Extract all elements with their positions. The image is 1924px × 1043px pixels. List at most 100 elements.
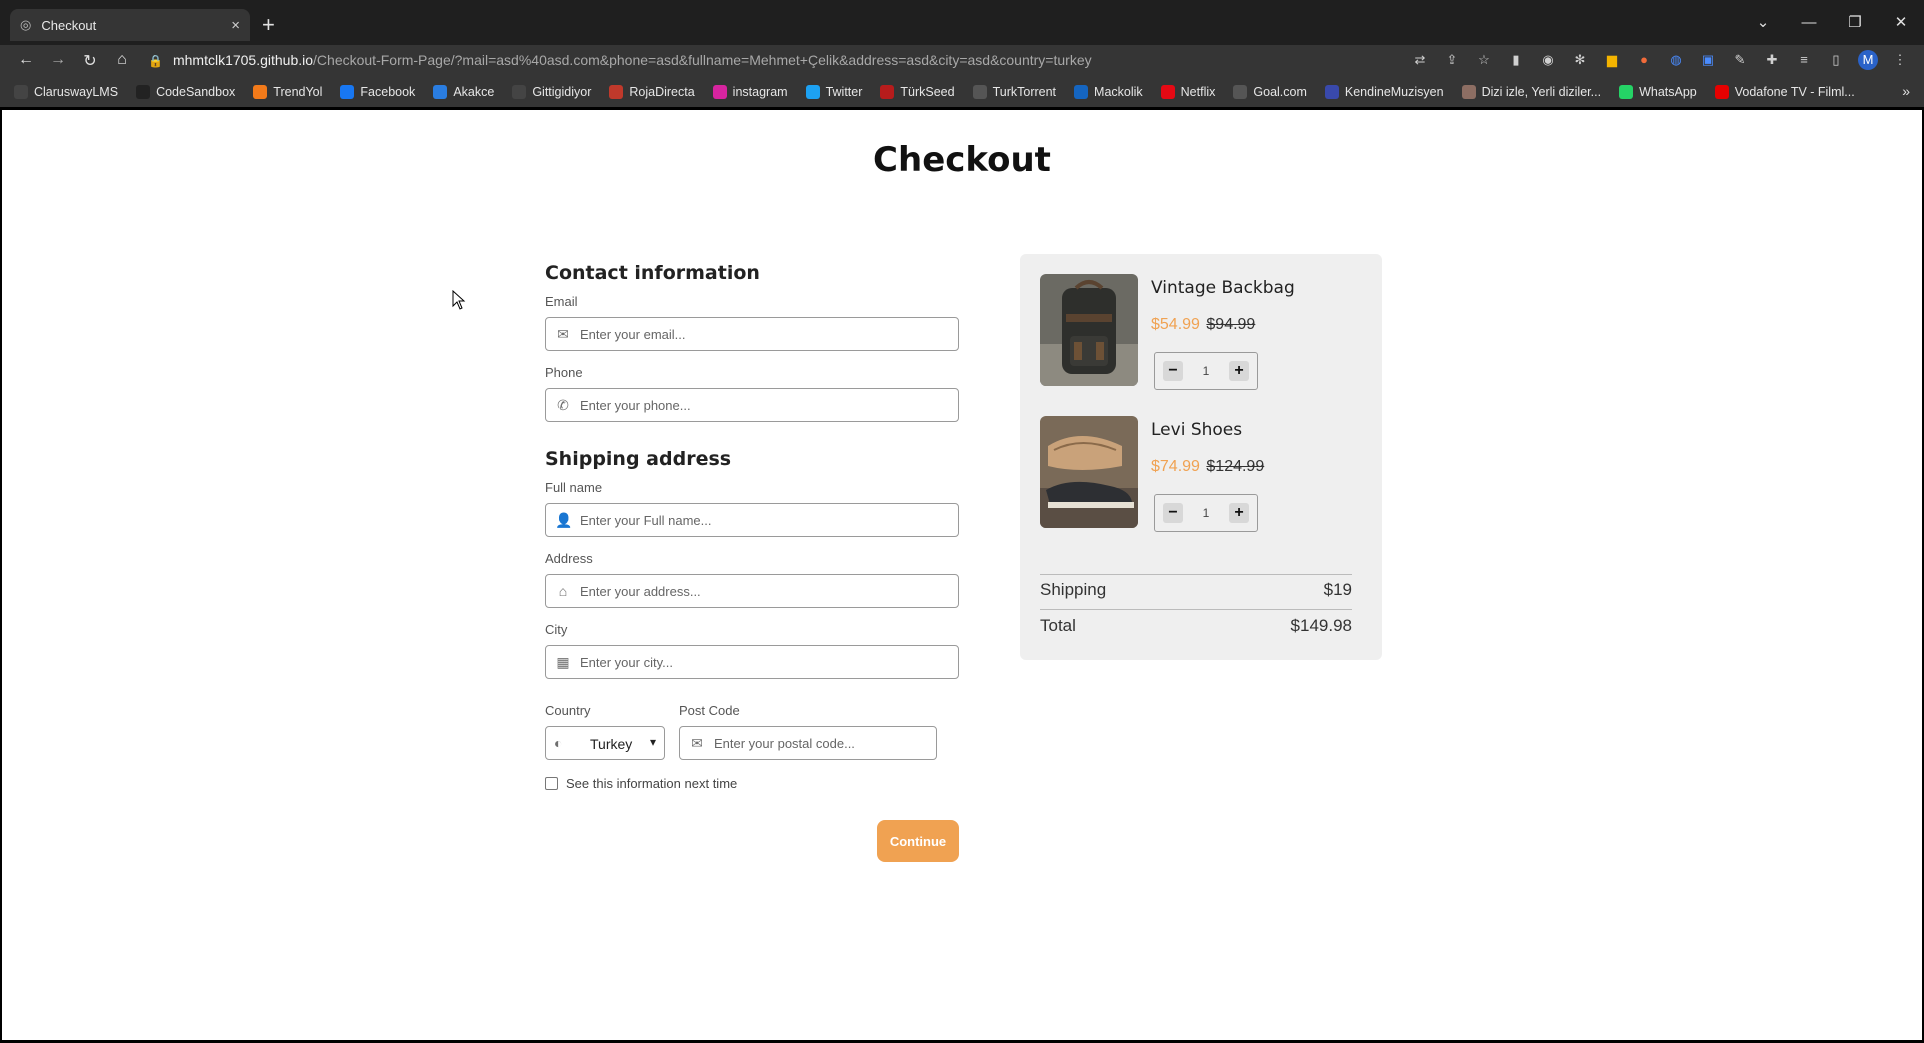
address-bar[interactable]: 🔒 mhmtclk1705.github.io/Checkout-Form-Pa… (148, 48, 1398, 74)
back-icon[interactable]: ← (10, 51, 42, 71)
translate-icon[interactable]: ⇄ (1410, 50, 1430, 70)
decrement-button[interactable]: − (1163, 361, 1183, 381)
sidepanel-icon[interactable]: ▯ (1826, 50, 1846, 70)
bookmark-akakce[interactable]: Akakce (433, 85, 494, 99)
bookmark-netflix[interactable]: Netflix (1160, 85, 1215, 99)
postcode-field[interactable] (714, 727, 924, 759)
puzzle-icon[interactable]: ✚ (1762, 50, 1782, 70)
bookmark-codesandbox[interactable]: CodeSandbox (136, 85, 235, 99)
continue-button[interactable]: Continue (877, 820, 959, 862)
cart-summary: Vintage Backbag $54.99 $94.99 − 1 + Levi… (1020, 254, 1382, 660)
lock-icon[interactable]: 🔒 (148, 54, 163, 68)
remember-row: See this information next time (545, 776, 965, 791)
extension-icon[interactable]: ▣ (1698, 50, 1718, 70)
bookmark-label: TurkTorrent (992, 85, 1057, 99)
extension-icon[interactable]: ▮ (1506, 50, 1526, 70)
bookmarks-overflow-icon[interactable]: » (1902, 83, 1910, 99)
bookmark-trendyol[interactable]: TrendYol (253, 85, 322, 99)
extensions-area: ⇄ ⇪ ☆ ▮ ◉ ✻ ▆ ● ◍ ▣ ✎ ✚ ≡ ▯ M ⋮ (1410, 50, 1910, 70)
bookmark-goal[interactable]: Goal.com (1233, 85, 1307, 99)
user-icon: 👤 (555, 512, 573, 528)
restore-button[interactable]: ❐ (1832, 10, 1878, 36)
gittigidiyor-icon (512, 85, 527, 99)
bookmark-kendinemuzisyen[interactable]: KendineMuzisyen (1324, 85, 1444, 99)
bookmark-label: KendineMuzisyen (1344, 85, 1444, 99)
email-field[interactable] (580, 318, 950, 350)
akakce-icon (433, 85, 448, 99)
city-field[interactable] (580, 646, 950, 678)
bookmark-turktorrent[interactable]: TurkTorrent (972, 85, 1057, 99)
shoes-image (1040, 416, 1138, 528)
browser-toolbar: ← → ↻ ⌂ 🔒 mhmtclk1705.github.io/Checkout… (0, 45, 1924, 77)
close-window-button[interactable]: ✕ (1878, 10, 1924, 36)
extension-icon[interactable]: ✎ (1730, 50, 1750, 70)
bookmark-label: Twitter (825, 85, 863, 99)
globe-icon: ◎ (20, 17, 32, 32)
item-name: Levi Shoes (1151, 420, 1243, 440)
adblock-icon[interactable]: ● (1634, 50, 1654, 70)
reload-icon[interactable]: ↻ (74, 51, 106, 71)
quantity-stepper: − 1 + (1154, 494, 1258, 532)
shipping-row: Shipping $19 (1040, 580, 1352, 600)
netflix-icon (1160, 85, 1175, 99)
fullname-field[interactable] (580, 504, 950, 536)
bookmark-facebook[interactable]: Facebook (340, 85, 415, 99)
bookmark-label: WhatsApp (1639, 85, 1697, 99)
bookmark-turkseed[interactable]: TürkSeed (880, 85, 955, 99)
postcode-label: Post Code (679, 703, 740, 718)
new-tab-button[interactable]: + (262, 12, 275, 38)
tab-checkout[interactable]: ◎ Checkout × (10, 9, 250, 41)
bookmark-label: Dizi izle, Yerli diziler... (1481, 85, 1602, 99)
envelope-icon: ✉ (557, 326, 569, 342)
bookmark-vodafone[interactable]: Vodafone TV - Filml... (1714, 85, 1855, 99)
cursor-icon (452, 290, 466, 310)
quantity-stepper: − 1 + (1154, 352, 1258, 390)
media-icon[interactable]: ≡ (1794, 50, 1814, 70)
bookmark-mackolik[interactable]: Mackolik (1074, 85, 1143, 99)
quantity-value[interactable]: 1 (1203, 506, 1210, 520)
extension-icon[interactable]: ◉ (1538, 50, 1558, 70)
bookmarks-bar: ClaruswayLMS CodeSandbox TrendYol Facebook A… (0, 77, 1924, 107)
country-select[interactable]: ◐ Turkey ▾ (545, 726, 665, 760)
minimize-button[interactable]: — (1786, 10, 1832, 36)
decrement-button[interactable]: − (1163, 503, 1183, 523)
tab-search-icon[interactable]: ⌄ (1740, 10, 1786, 36)
home-icon[interactable]: ⌂ (106, 51, 138, 71)
increment-button[interactable]: + (1229, 361, 1249, 381)
turktorrent-icon (972, 85, 987, 99)
increment-button[interactable]: + (1229, 503, 1249, 523)
cart-item: Vintage Backbag $54.99 $94.99 − 1 + (1040, 274, 1370, 390)
twitter-icon (805, 85, 820, 99)
share-icon[interactable]: ⇪ (1442, 50, 1462, 70)
remember-checkbox[interactable] (545, 777, 558, 790)
remember-label[interactable]: See this information next time (566, 776, 737, 791)
extension-icon[interactable]: ◍ (1666, 50, 1686, 70)
tab-close-icon[interactable]: × (231, 17, 240, 34)
bookmark-gittigidiyor[interactable]: Gittigidiyor (512, 85, 591, 99)
star-icon[interactable]: ☆ (1474, 50, 1494, 70)
rojadirecta-icon (609, 85, 624, 99)
bookmark-instagram[interactable]: instagram (712, 85, 788, 99)
bookmark-whatsapp[interactable]: WhatsApp (1619, 85, 1697, 99)
extension-icon[interactable]: ▆ (1602, 50, 1622, 70)
phone-icon: ✆ (557, 397, 569, 413)
address-field[interactable] (580, 575, 950, 607)
quantity-value[interactable]: 1 (1203, 364, 1210, 378)
bookmark-label: TrendYol (273, 85, 323, 99)
bookmark-dizi[interactable]: Dizi izle, Yerli diziler... (1461, 85, 1602, 99)
bookmark-clarusway[interactable]: ClaruswayLMS (14, 85, 118, 99)
chevron-down-icon: ▾ (649, 735, 656, 749)
forward-icon[interactable]: → (42, 51, 74, 71)
bookmark-rojadirecta[interactable]: RojaDirecta (609, 85, 695, 99)
extension-icon[interactable]: ✻ (1570, 50, 1590, 70)
shipping-label: Shipping (1040, 580, 1107, 599)
bookmark-label: RojaDirecta (629, 85, 695, 99)
bookmark-label: ClaruswayLMS (34, 85, 119, 99)
bookmark-twitter[interactable]: Twitter (805, 85, 863, 99)
phone-field[interactable] (580, 389, 950, 421)
address-field-wrap: ⌂ (545, 574, 959, 608)
menu-icon[interactable]: ⋮ (1890, 50, 1910, 70)
total-label: Total (1040, 616, 1076, 635)
phone-label: Phone (545, 365, 583, 380)
avatar[interactable]: M (1858, 50, 1878, 70)
